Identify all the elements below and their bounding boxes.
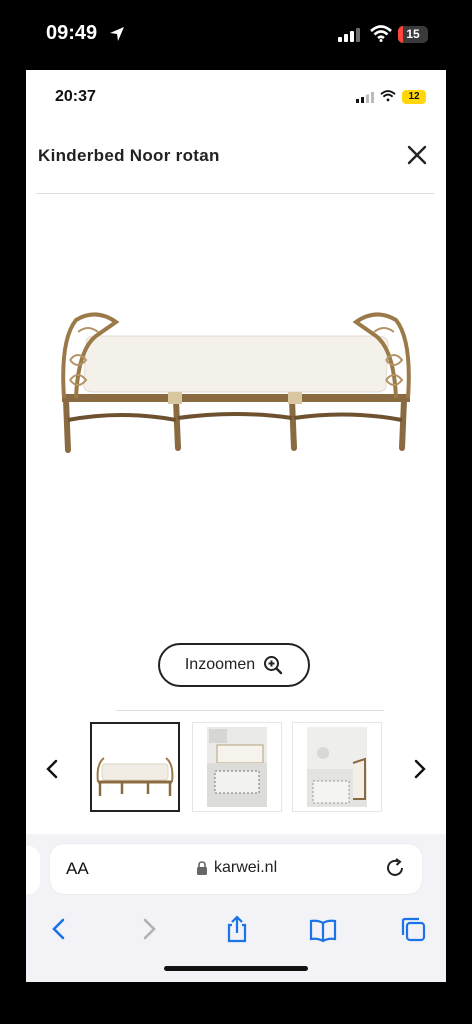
- share-icon[interactable]: [222, 914, 252, 944]
- forward-icon[interactable]: [134, 914, 164, 944]
- browser-toolbar: AA karwei.nl: [26, 834, 446, 982]
- inner-battery-level: 12: [408, 91, 420, 102]
- header-divider: [36, 193, 434, 194]
- battery-icon: 12: [402, 90, 426, 104]
- back-icon[interactable]: [44, 914, 74, 944]
- aa-label: AA: [66, 859, 89, 878]
- tabs-icon[interactable]: [398, 914, 428, 944]
- zoom-button[interactable]: Inzoomen: [158, 643, 310, 687]
- wifi-icon: [370, 25, 392, 42]
- thumbnail-divider: [116, 710, 384, 711]
- close-icon[interactable]: [406, 144, 428, 166]
- thumbnail-bed-image: [96, 757, 174, 796]
- outer-battery-level: 15: [406, 27, 420, 41]
- thumbnail-room-image: [207, 727, 267, 807]
- zoom-in-icon: [264, 656, 283, 675]
- product-image[interactable]: [56, 300, 416, 460]
- lock-icon: [197, 861, 207, 875]
- thumbnail-1[interactable]: [90, 722, 180, 812]
- location-arrow-icon: [110, 27, 124, 41]
- reload-icon[interactable]: [384, 857, 406, 879]
- reader-settings-button[interactable]: AA: [66, 859, 89, 879]
- home-indicator[interactable]: [164, 966, 308, 971]
- thumbnail-room-image: [307, 727, 367, 807]
- signal-icon: [338, 28, 360, 42]
- zoom-button-label: Inzoomen: [184, 656, 256, 673]
- screenshot-screen: 20:37 12 Kinderbed Noor rotan Inzoomen A…: [26, 70, 446, 982]
- inner-status-time: 20:37: [55, 88, 96, 105]
- thumbnail-2[interactable]: [192, 722, 282, 812]
- previous-tab-bar[interactable]: [26, 846, 40, 894]
- url-domain: karwei.nl: [214, 859, 278, 876]
- bookmarks-icon[interactable]: [308, 914, 338, 944]
- outer-status-time: 09:49: [46, 22, 98, 44]
- chevron-left-icon[interactable]: [44, 758, 60, 780]
- chevron-right-icon[interactable]: [412, 758, 428, 780]
- battery-icon: 15: [398, 26, 428, 43]
- thumbnail-3[interactable]: [292, 722, 382, 812]
- signal-icon: [356, 92, 374, 103]
- wifi-icon: [380, 90, 396, 102]
- modal-title: Kinderbed Noor rotan: [38, 146, 220, 165]
- address-bar[interactable]: AA karwei.nl: [50, 844, 422, 894]
